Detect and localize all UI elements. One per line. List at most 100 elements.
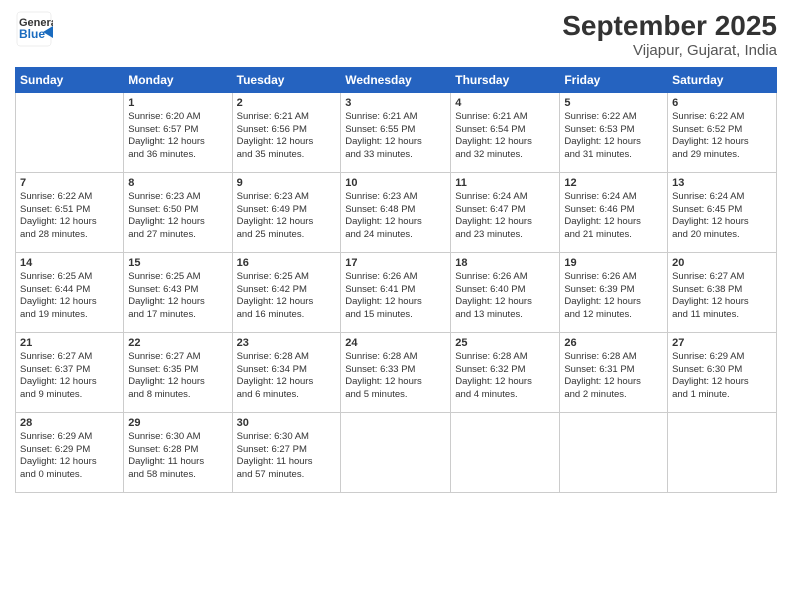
day-number: 13	[672, 176, 772, 191]
day-number: 18	[455, 256, 555, 271]
day-number: 19	[564, 256, 663, 271]
calendar-week-row: 7Sunrise: 6:22 AMSunset: 6:51 PMDaylight…	[16, 173, 777, 253]
day-number: 23	[237, 336, 337, 351]
day-number: 4	[455, 96, 555, 111]
day-info: Sunrise: 6:22 AMSunset: 6:52 PMDaylight:…	[672, 111, 772, 162]
calendar: Sunday Monday Tuesday Wednesday Thursday…	[15, 67, 777, 493]
table-row: 4Sunrise: 6:21 AMSunset: 6:54 PMDaylight…	[451, 93, 560, 173]
table-row: 15Sunrise: 6:25 AMSunset: 6:43 PMDayligh…	[124, 253, 232, 333]
page-title: September 2025	[562, 10, 777, 42]
day-number: 2	[237, 96, 337, 111]
header-friday: Friday	[560, 68, 668, 93]
day-number: 20	[672, 256, 772, 271]
day-info: Sunrise: 6:27 AMSunset: 6:38 PMDaylight:…	[672, 271, 772, 322]
day-number: 15	[128, 256, 227, 271]
day-info: Sunrise: 6:27 AMSunset: 6:37 PMDaylight:…	[20, 351, 119, 402]
day-number: 5	[564, 96, 663, 111]
day-info: Sunrise: 6:29 AMSunset: 6:29 PMDaylight:…	[20, 431, 119, 482]
header-thursday: Thursday	[451, 68, 560, 93]
day-number: 27	[672, 336, 772, 351]
day-number: 25	[455, 336, 555, 351]
day-number: 14	[20, 256, 119, 271]
day-info: Sunrise: 6:24 AMSunset: 6:46 PMDaylight:…	[564, 191, 663, 242]
calendar-week-row: 21Sunrise: 6:27 AMSunset: 6:37 PMDayligh…	[16, 333, 777, 413]
day-info: Sunrise: 6:28 AMSunset: 6:33 PMDaylight:…	[345, 351, 446, 402]
table-row: 2Sunrise: 6:21 AMSunset: 6:56 PMDaylight…	[232, 93, 341, 173]
day-info: Sunrise: 6:20 AMSunset: 6:57 PMDaylight:…	[128, 111, 227, 162]
table-row	[341, 413, 451, 493]
day-info: Sunrise: 6:23 AMSunset: 6:50 PMDaylight:…	[128, 191, 227, 242]
table-row: 21Sunrise: 6:27 AMSunset: 6:37 PMDayligh…	[16, 333, 124, 413]
day-info: Sunrise: 6:24 AMSunset: 6:45 PMDaylight:…	[672, 191, 772, 242]
calendar-week-row: 14Sunrise: 6:25 AMSunset: 6:44 PMDayligh…	[16, 253, 777, 333]
day-number: 26	[564, 336, 663, 351]
day-number: 17	[345, 256, 446, 271]
table-row: 12Sunrise: 6:24 AMSunset: 6:46 PMDayligh…	[560, 173, 668, 253]
table-row: 27Sunrise: 6:29 AMSunset: 6:30 PMDayligh…	[668, 333, 777, 413]
day-info: Sunrise: 6:23 AMSunset: 6:49 PMDaylight:…	[237, 191, 337, 242]
day-info: Sunrise: 6:24 AMSunset: 6:47 PMDaylight:…	[455, 191, 555, 242]
table-row: 14Sunrise: 6:25 AMSunset: 6:44 PMDayligh…	[16, 253, 124, 333]
table-row	[16, 93, 124, 173]
table-row: 6Sunrise: 6:22 AMSunset: 6:52 PMDaylight…	[668, 93, 777, 173]
table-row: 9Sunrise: 6:23 AMSunset: 6:49 PMDaylight…	[232, 173, 341, 253]
table-row: 10Sunrise: 6:23 AMSunset: 6:48 PMDayligh…	[341, 173, 451, 253]
day-info: Sunrise: 6:27 AMSunset: 6:35 PMDaylight:…	[128, 351, 227, 402]
day-number: 10	[345, 176, 446, 191]
table-row: 29Sunrise: 6:30 AMSunset: 6:28 PMDayligh…	[124, 413, 232, 493]
day-info: Sunrise: 6:25 AMSunset: 6:43 PMDaylight:…	[128, 271, 227, 322]
header-monday: Monday	[124, 68, 232, 93]
table-row: 8Sunrise: 6:23 AMSunset: 6:50 PMDaylight…	[124, 173, 232, 253]
day-info: Sunrise: 6:29 AMSunset: 6:30 PMDaylight:…	[672, 351, 772, 402]
table-row	[668, 413, 777, 493]
logo-icon: General Blue	[15, 10, 53, 48]
day-number: 6	[672, 96, 772, 111]
svg-text:Blue: Blue	[19, 27, 45, 41]
calendar-header-row: Sunday Monday Tuesday Wednesday Thursday…	[16, 68, 777, 93]
calendar-week-row: 1Sunrise: 6:20 AMSunset: 6:57 PMDaylight…	[16, 93, 777, 173]
day-number: 11	[455, 176, 555, 191]
table-row: 30Sunrise: 6:30 AMSunset: 6:27 PMDayligh…	[232, 413, 341, 493]
title-block: September 2025 Vijapur, Gujarat, India	[562, 10, 777, 59]
header-saturday: Saturday	[668, 68, 777, 93]
table-row: 13Sunrise: 6:24 AMSunset: 6:45 PMDayligh…	[668, 173, 777, 253]
day-info: Sunrise: 6:30 AMSunset: 6:28 PMDaylight:…	[128, 431, 227, 482]
logo: General Blue	[15, 10, 57, 53]
table-row: 5Sunrise: 6:22 AMSunset: 6:53 PMDaylight…	[560, 93, 668, 173]
table-row	[451, 413, 560, 493]
table-row: 17Sunrise: 6:26 AMSunset: 6:41 PMDayligh…	[341, 253, 451, 333]
day-info: Sunrise: 6:28 AMSunset: 6:34 PMDaylight:…	[237, 351, 337, 402]
table-row: 11Sunrise: 6:24 AMSunset: 6:47 PMDayligh…	[451, 173, 560, 253]
day-info: Sunrise: 6:21 AMSunset: 6:55 PMDaylight:…	[345, 111, 446, 162]
table-row: 23Sunrise: 6:28 AMSunset: 6:34 PMDayligh…	[232, 333, 341, 413]
day-number: 16	[237, 256, 337, 271]
day-number: 8	[128, 176, 227, 191]
table-row: 24Sunrise: 6:28 AMSunset: 6:33 PMDayligh…	[341, 333, 451, 413]
table-row: 28Sunrise: 6:29 AMSunset: 6:29 PMDayligh…	[16, 413, 124, 493]
table-row: 1Sunrise: 6:20 AMSunset: 6:57 PMDaylight…	[124, 93, 232, 173]
day-info: Sunrise: 6:21 AMSunset: 6:56 PMDaylight:…	[237, 111, 337, 162]
table-row: 25Sunrise: 6:28 AMSunset: 6:32 PMDayligh…	[451, 333, 560, 413]
day-number: 28	[20, 416, 119, 431]
day-number: 29	[128, 416, 227, 431]
table-row: 16Sunrise: 6:25 AMSunset: 6:42 PMDayligh…	[232, 253, 341, 333]
day-info: Sunrise: 6:21 AMSunset: 6:54 PMDaylight:…	[455, 111, 555, 162]
table-row: 3Sunrise: 6:21 AMSunset: 6:55 PMDaylight…	[341, 93, 451, 173]
day-number: 22	[128, 336, 227, 351]
header-wednesday: Wednesday	[341, 68, 451, 93]
table-row: 7Sunrise: 6:22 AMSunset: 6:51 PMDaylight…	[16, 173, 124, 253]
day-number: 9	[237, 176, 337, 191]
day-number: 3	[345, 96, 446, 111]
table-row: 22Sunrise: 6:27 AMSunset: 6:35 PMDayligh…	[124, 333, 232, 413]
day-info: Sunrise: 6:25 AMSunset: 6:44 PMDaylight:…	[20, 271, 119, 322]
page: General Blue September 2025 Vijapur, Guj…	[0, 0, 792, 612]
day-info: Sunrise: 6:28 AMSunset: 6:31 PMDaylight:…	[564, 351, 663, 402]
day-info: Sunrise: 6:26 AMSunset: 6:39 PMDaylight:…	[564, 271, 663, 322]
table-row: 19Sunrise: 6:26 AMSunset: 6:39 PMDayligh…	[560, 253, 668, 333]
day-info: Sunrise: 6:22 AMSunset: 6:51 PMDaylight:…	[20, 191, 119, 242]
day-number: 1	[128, 96, 227, 111]
day-info: Sunrise: 6:25 AMSunset: 6:42 PMDaylight:…	[237, 271, 337, 322]
header: General Blue September 2025 Vijapur, Guj…	[15, 10, 777, 59]
day-number: 30	[237, 416, 337, 431]
day-number: 21	[20, 336, 119, 351]
